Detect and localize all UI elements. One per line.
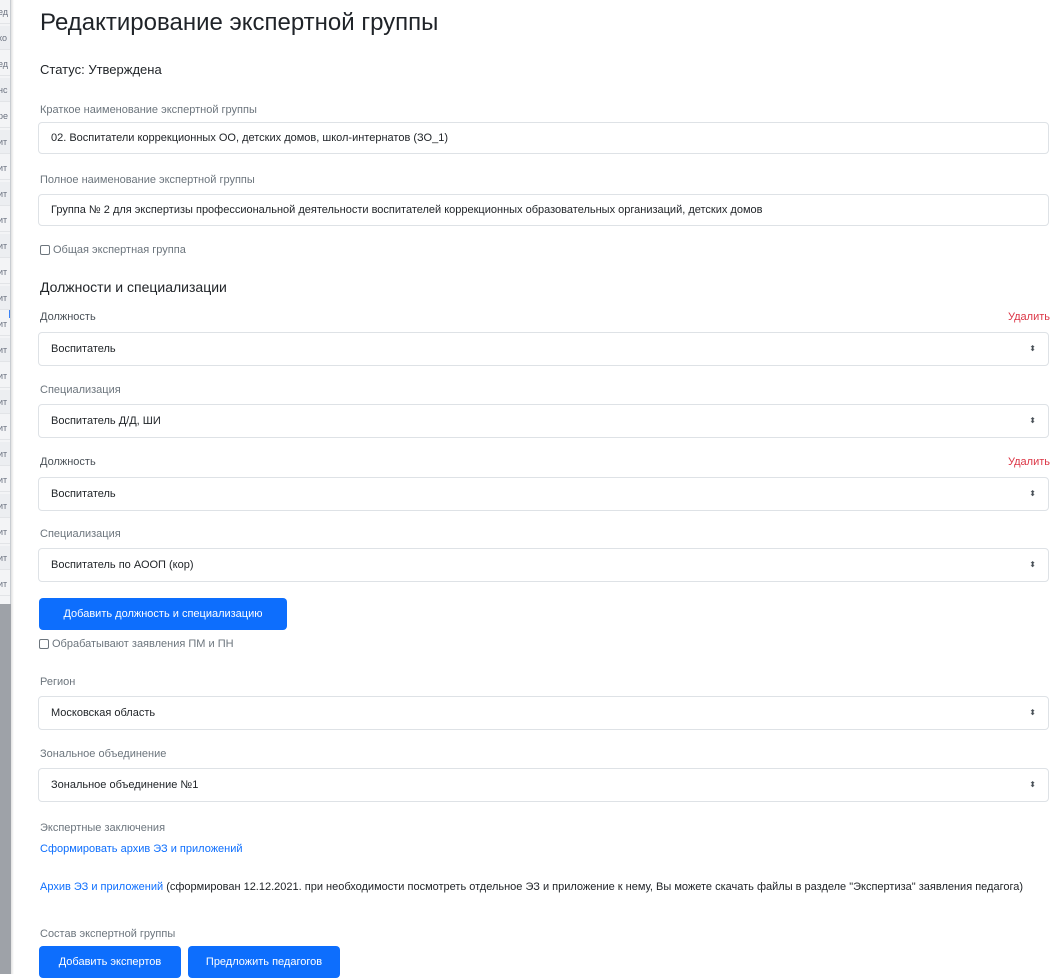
select-caret-icon: ⬍	[1029, 344, 1036, 353]
suggest-teachers-button[interactable]: Предложить педагогов	[188, 946, 340, 978]
region-select[interactable]: Московская область ⬍	[38, 696, 1049, 730]
archive-note: (сформирован 12.12.2021. при необходимос…	[163, 881, 1024, 893]
background-sidebar-fragment: ко	[0, 26, 10, 50]
background-sidebar-fragment: ит	[0, 546, 10, 570]
generate-archive-link[interactable]: Сформировать архив ЭЗ и приложений	[40, 843, 243, 855]
background-sidebar-fragment: ит	[0, 234, 10, 258]
background-sidebar-fragment: ит	[0, 182, 10, 206]
select-caret-icon: ⬍	[1029, 780, 1036, 789]
background-sidebar-fragment: нс	[0, 78, 10, 102]
position-select[interactable]: Воспитатель ⬍	[38, 477, 1049, 511]
zonal-select[interactable]: Зональное объединение №1 ⬍	[38, 768, 1049, 802]
archive-link[interactable]: Архив ЭЗ и приложений	[40, 881, 163, 893]
full-name-input[interactable]: Группа № 2 для экспертизы профессиональн…	[38, 194, 1049, 226]
region-select-value: Московская область	[51, 707, 156, 719]
background-sidebar-fragment: ит	[0, 364, 10, 388]
position-select[interactable]: Воспитатель ⬍	[38, 332, 1049, 366]
background-sidebar-fragment: ит	[0, 520, 10, 544]
specialization-select[interactable]: Воспитатель по АООП (кор) ⬍	[38, 548, 1049, 582]
specialization-label: Специализация	[40, 384, 121, 396]
zonal-select-value: Зональное объединение №1	[51, 779, 199, 791]
composition-label: Состав экспертной группы	[40, 928, 176, 940]
background-sidebar-fragment: ит	[0, 130, 10, 154]
background-sidebar-fragment: ед	[0, 52, 10, 76]
common-group-checkbox-label: Общая экспертная группа	[53, 244, 186, 256]
background-sidebar-fragment: ит	[0, 260, 10, 284]
background-sidebar-fragment: ит	[0, 572, 10, 596]
background-sidebar-fragment: ит	[0, 208, 10, 232]
specialization-select[interactable]: Воспитатель Д/Д, ШИ ⬍	[38, 404, 1049, 438]
select-caret-icon: ⬍	[1029, 416, 1036, 425]
common-group-checkbox[interactable]: Общая экспертная группа	[40, 244, 186, 256]
background-sidebar-fragment: ит	[0, 494, 10, 518]
pm-pn-checkbox-label: Обрабатывают заявления ПМ и ПН	[52, 638, 234, 650]
specialization-select-value: Воспитатель по АООП (кор)	[51, 559, 194, 571]
position-select-value: Воспитатель	[51, 343, 116, 355]
positions-section-title: Должности и специализации	[40, 279, 227, 295]
background-sidebar-fragment: ит	[0, 286, 10, 310]
add-position-button[interactable]: Добавить должность и специализацию	[39, 598, 287, 630]
background-panel	[0, 604, 11, 974]
position-label: Должность	[40, 311, 96, 323]
specialization-label: Специализация	[40, 528, 121, 540]
select-caret-icon: ⬍	[1029, 560, 1036, 569]
specialization-select-value: Воспитатель Д/Д, ШИ	[51, 415, 161, 427]
full-name-label: Полное наименование экспертной группы	[40, 174, 255, 186]
background-sidebar-fragment: ит	[0, 312, 10, 336]
background-sidebar-fragment: ит	[0, 338, 10, 362]
select-caret-icon: ⬍	[1029, 489, 1036, 498]
background-sidebar-fragment: ре	[0, 104, 10, 128]
background-sidebar-fragment: ит	[0, 442, 10, 466]
full-name-value: Группа № 2 для экспертизы профессиональн…	[51, 204, 763, 216]
background-sidebar-fragment: ит	[0, 416, 10, 440]
delete-position-link[interactable]: Удалить	[1008, 456, 1050, 468]
archive-info: Архив ЭЗ и приложений (сформирован 12.12…	[40, 879, 1040, 896]
background-sidebar-fragment: ит	[0, 390, 10, 414]
pm-pn-checkbox[interactable]: Обрабатывают заявления ПМ и ПН	[39, 638, 234, 650]
short-name-input[interactable]: 02. Воспитатели коррекционных ОО, детски…	[38, 122, 1049, 154]
add-experts-button[interactable]: Добавить экспертов	[39, 946, 181, 978]
background-sidebar: едкоеднсреититититититититититититититит…	[0, 0, 11, 604]
checkbox-box[interactable]	[40, 245, 50, 255]
status-text: Статус: Утверждена	[40, 62, 162, 77]
window-shadow	[11, 0, 14, 974]
zonal-label: Зональное объединение	[40, 748, 167, 760]
region-label: Регион	[40, 676, 76, 688]
page-title: Редактирование экспертной группы	[40, 9, 439, 36]
position-select-value: Воспитатель	[51, 488, 116, 500]
background-sidebar-fragment: ит	[0, 156, 10, 180]
background-sidebar-fragment: ит	[0, 468, 10, 492]
delete-position-link[interactable]: Удалить	[1008, 311, 1050, 323]
conclusions-label: Экспертные заключения	[40, 822, 166, 834]
select-caret-icon: ⬍	[1029, 708, 1036, 717]
checkbox-box[interactable]	[39, 639, 49, 649]
short-name-value: 02. Воспитатели коррекционных ОО, детски…	[51, 132, 448, 144]
position-label: Должность	[40, 456, 96, 468]
short-name-label: Краткое наименование экспертной группы	[40, 104, 257, 116]
background-sidebar-fragment: ед	[0, 0, 10, 24]
